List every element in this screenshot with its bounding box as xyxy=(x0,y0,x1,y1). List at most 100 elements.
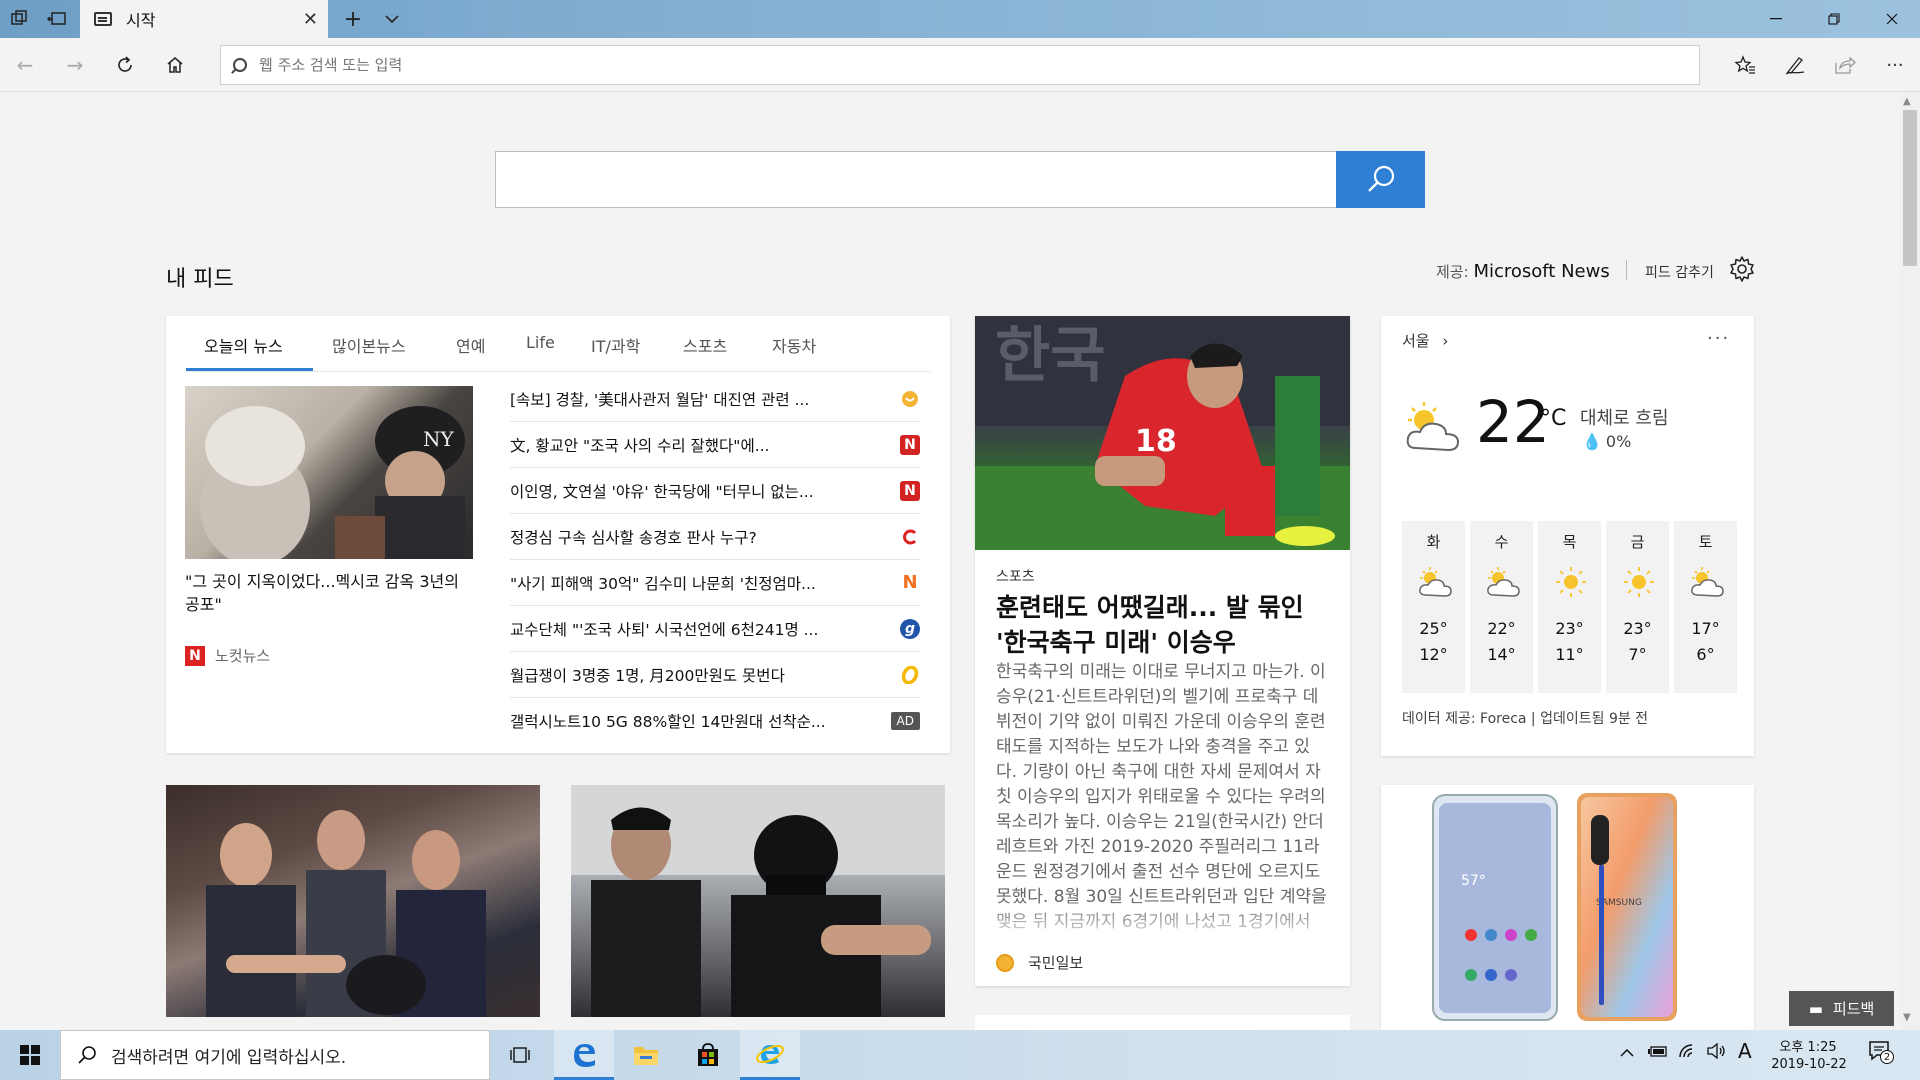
feed-provider: 제공: Microsoft News xyxy=(1436,261,1610,282)
feedback-button[interactable]: ▬ 피드백 xyxy=(1789,991,1894,1026)
task-view-icon[interactable] xyxy=(490,1030,550,1080)
favorites-icon[interactable] xyxy=(1728,48,1762,82)
refresh-icon[interactable] xyxy=(108,48,142,82)
news-image-card[interactable] xyxy=(571,785,945,1017)
temperature-unit: °C xyxy=(1540,406,1567,431)
share-icon[interactable] xyxy=(1828,48,1862,82)
browser-tab[interactable]: 시작 ✕ xyxy=(80,0,328,38)
headline-row[interactable]: 이인영, 文연설 '야유' 한국당에 "터무니 없는... N xyxy=(510,468,920,514)
headline-row[interactable]: [속보] 경찰, '美대사관저 월담' 대진연 관련 ... xyxy=(510,376,920,422)
forecast-low: 7° xyxy=(1628,645,1647,664)
headline-row[interactable]: 文, 황교안 "조국 사의 수리 잘했다"에... N xyxy=(510,422,920,468)
featured-news-title[interactable]: "그 곳이 지옥이었다...멕시코 감옥 3년의 공포" xyxy=(185,570,477,616)
forecast-day[interactable]: 목 23° 11° xyxy=(1538,521,1601,693)
more-icon[interactable]: ··· xyxy=(1878,48,1912,82)
input-method-indicator[interactable]: A xyxy=(1738,1039,1752,1063)
close-icon[interactable] xyxy=(1864,0,1920,38)
headline-row[interactable]: 교수단체 "'조국 사퇴' 시국선언에 6천241명 ... g xyxy=(510,606,920,652)
gear-icon[interactable] xyxy=(1728,255,1756,283)
tab-it-science[interactable]: IT/과학 xyxy=(591,333,640,357)
maximize-icon[interactable] xyxy=(1806,0,1862,38)
phone-ad-card[interactable]: 57° SAMSUNG xyxy=(1381,785,1754,1030)
clock-date[interactable]: 2019-10-22 xyxy=(1764,1057,1854,1072)
start-page-icon xyxy=(94,12,112,26)
forecast-day[interactable]: 수 22° 14° xyxy=(1470,521,1533,693)
chevron-down-icon[interactable] xyxy=(381,8,403,30)
clock-time[interactable]: 오후 1:25 xyxy=(1777,1036,1839,1055)
headline-row[interactable]: "사기 피해액 30억" 김수미 나문희 '친정엄마... N xyxy=(510,560,920,606)
address-bar[interactable] xyxy=(220,45,1700,85)
headline-row[interactable]: 월급쟁이 3명중 1명, 月200만원도 못번다 xyxy=(510,652,920,698)
web-search-box[interactable] xyxy=(495,151,1425,208)
tab-today-news[interactable]: 오늘의 뉴스 xyxy=(204,333,283,357)
svg-text:한국: 한국 xyxy=(995,321,1105,391)
jersey-number: 18 xyxy=(1135,424,1177,459)
headline-text: 월급쟁이 3명중 1명, 月200만원도 못번다 xyxy=(510,666,785,685)
more-options-icon[interactable]: ··· xyxy=(1707,328,1730,349)
news-source-icon xyxy=(900,389,920,409)
sports-news-title[interactable]: 훈련태도 어땠길래... 발 묶인 '한국축구 미래' 이승우 xyxy=(996,590,1336,660)
scroll-up-icon[interactable]: ▲ xyxy=(1903,96,1911,107)
svg-text:NY: NY xyxy=(423,427,455,451)
nocut-news-logo-icon: N xyxy=(185,645,205,666)
scroll-down-icon[interactable]: ▼ xyxy=(1903,1012,1911,1023)
store-icon[interactable] xyxy=(678,1030,738,1080)
headline-row[interactable]: 정경심 구속 심사할 송경호 판사 누구? xyxy=(510,514,920,560)
forecast-day-label: 화 xyxy=(1426,533,1441,551)
web-search-input[interactable] xyxy=(496,152,1336,206)
home-icon[interactable] xyxy=(158,48,192,82)
forecast-day-label: 금 xyxy=(1630,533,1645,551)
chevron-up-icon[interactable] xyxy=(1620,1043,1634,1062)
tab-cars[interactable]: 자동차 xyxy=(772,333,816,357)
pen-icon[interactable] xyxy=(1778,48,1812,82)
back-icon[interactable]: ← xyxy=(8,48,42,82)
tab-life[interactable]: Life xyxy=(526,333,555,352)
forecast-day-label: 토 xyxy=(1698,533,1713,551)
precipitation: 💧 0% xyxy=(1582,432,1631,451)
internet-explorer-icon[interactable] xyxy=(740,1030,800,1080)
battery-icon[interactable] xyxy=(1648,1043,1668,1062)
tab-close-icon[interactable]: ✕ xyxy=(303,9,318,30)
set-tabs-aside-icon[interactable] xyxy=(46,8,68,30)
news-source-icon xyxy=(900,665,920,685)
hide-feed-button[interactable]: 피드 감추기 xyxy=(1645,262,1714,282)
headline-text: 이인영, 文연설 '야유' 한국당에 "터무니 없는... xyxy=(510,482,814,501)
scroll-thumb[interactable] xyxy=(1903,110,1917,266)
sports-news-image[interactable]: 한국 18 xyxy=(975,316,1350,550)
news-image-card[interactable] xyxy=(166,785,540,1017)
tab-actions-icon[interactable] xyxy=(8,8,30,30)
headline-row[interactable]: 갤럭시노트10 5G 88%할인 14만원대 선착순... AD xyxy=(510,698,920,744)
tab-entertainment[interactable]: 연예 xyxy=(456,333,485,357)
new-tab-icon[interactable]: + xyxy=(342,7,364,32)
file-explorer-icon[interactable] xyxy=(616,1030,676,1080)
forecast-day[interactable]: 화 25° 12° xyxy=(1402,521,1465,693)
windows-start-icon[interactable] xyxy=(0,1030,60,1080)
partly-cloudy-icon xyxy=(1416,565,1454,603)
tab-most-viewed[interactable]: 많이본뉴스 xyxy=(332,333,406,357)
minimize-icon[interactable] xyxy=(1748,0,1804,38)
address-input[interactable] xyxy=(259,56,1659,74)
taskbar-search-box[interactable]: 검색하려면 여기에 입력하십시오. xyxy=(60,1030,490,1080)
forecast-day[interactable]: 금 23° 7° xyxy=(1606,521,1669,693)
headline-text: [속보] 경찰, '美대사관저 월담' 대진연 관련 ... xyxy=(510,390,810,409)
featured-news-image[interactable]: NY xyxy=(185,386,473,559)
featured-news-source: N 노컷뉴스 xyxy=(185,645,270,666)
raindrop-icon: 💧 xyxy=(1582,432,1602,451)
source-name: 국민일보 xyxy=(1028,954,1084,972)
forecast-low: 6° xyxy=(1696,645,1715,664)
edge-app-icon[interactable] xyxy=(554,1030,614,1080)
forward-icon[interactable]: → xyxy=(58,48,92,82)
wifi-icon[interactable] xyxy=(1678,1043,1698,1063)
provider-name: Microsoft News xyxy=(1473,261,1610,282)
web-search-button[interactable] xyxy=(1336,151,1425,208)
news-card[interactable] xyxy=(975,1015,1350,1030)
weather-city-link[interactable]: 서울 › xyxy=(1402,330,1448,351)
search-icon xyxy=(1367,165,1394,192)
volume-icon[interactable] xyxy=(1706,1042,1726,1063)
forecast-day[interactable]: 토 17° 6° xyxy=(1674,521,1737,693)
notification-icon[interactable]: 2 xyxy=(1868,1040,1894,1066)
notification-count: 2 xyxy=(1880,1050,1894,1064)
forecast-day-label: 목 xyxy=(1562,533,1577,551)
divider xyxy=(1626,260,1627,280)
tab-sports[interactable]: 스포츠 xyxy=(683,333,727,357)
